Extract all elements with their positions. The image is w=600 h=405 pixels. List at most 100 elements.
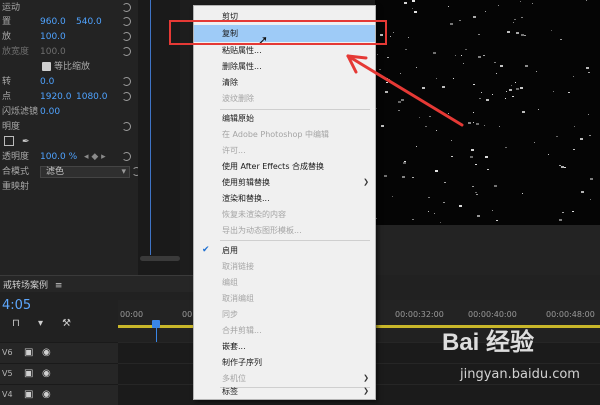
uniform-scale-checkbox[interactable] xyxy=(42,62,51,71)
sync-lock-icon[interactable]: ▣ xyxy=(24,389,33,400)
blend-mode-dropdown[interactable]: 滤色 xyxy=(40,166,130,178)
sync-lock-icon[interactable]: ▣ xyxy=(24,347,33,358)
reset-icon[interactable] xyxy=(122,92,131,101)
snow-particle xyxy=(473,84,475,85)
menu-item-make-subsequence[interactable]: 制作子序列 xyxy=(194,354,375,371)
menu-item-export-mogrt[interactable]: 导出为动态图形模板... xyxy=(194,222,375,239)
eye-icon[interactable]: ◉ xyxy=(42,368,51,379)
eye-icon[interactable]: ◉ xyxy=(42,389,51,400)
menu-item-nest[interactable]: 嵌套... xyxy=(194,338,375,355)
menu-item-replace-with-ae[interactable]: 使用 After Effects 合成替换 xyxy=(194,158,375,175)
param-value[interactable]: 100.0 % xyxy=(40,149,77,165)
reset-icon[interactable] xyxy=(122,152,131,161)
pen-icon[interactable]: ✒ xyxy=(22,134,30,150)
snow-particle xyxy=(450,23,453,25)
mask-square-icon[interactable] xyxy=(4,136,14,146)
menu-item-ungroup[interactable]: 取消编组 xyxy=(194,290,375,307)
menu-item-license[interactable]: 许可... xyxy=(194,142,375,159)
snow-particle xyxy=(414,11,417,13)
menu-item-label: 恢复未渲染的内容 xyxy=(222,210,286,219)
param-value[interactable]: 0.0 xyxy=(40,74,54,90)
marker-icon[interactable]: ▾ xyxy=(38,318,43,329)
snow-particle xyxy=(556,136,558,137)
snow-particle xyxy=(505,98,506,99)
menu-item-label: 许可... xyxy=(222,146,246,155)
menu-item-merge-clips[interactable]: 合并剪辑... xyxy=(194,322,375,339)
snow-particle xyxy=(538,109,539,110)
snow-particle xyxy=(521,34,524,36)
eye-icon[interactable]: ◉ xyxy=(42,347,51,358)
snow-particle xyxy=(494,62,496,63)
reset-icon[interactable] xyxy=(122,32,131,41)
snow-particle xyxy=(520,1,521,2)
sequence-tab[interactable]: 戒转场案例 ≡ xyxy=(3,278,62,291)
menu-item-restore-unrendered[interactable]: 恢复未渲染的内容 xyxy=(194,206,375,223)
track-header[interactable]: V5 ▣ ◉ xyxy=(0,363,118,384)
param-value[interactable]: 100.0 xyxy=(40,29,66,45)
effect-controls-scrollbar[interactable] xyxy=(140,256,180,261)
snow-particle xyxy=(553,91,554,92)
playhead-handle[interactable] xyxy=(152,320,160,328)
annotation-arrow xyxy=(346,54,464,127)
snap-icon[interactable]: ⊓ xyxy=(12,318,20,329)
menu-icon[interactable]: ≡ xyxy=(55,281,63,291)
menu-item-label: 清除 xyxy=(222,78,238,87)
param-value-y[interactable]: 540.0 xyxy=(76,14,102,30)
snow-particle xyxy=(500,65,503,67)
param-value-y[interactable]: 1080.0 xyxy=(76,89,108,105)
watermark-logo: Bai 经验 xyxy=(442,329,535,356)
wrench-icon[interactable]: ⚒ xyxy=(62,318,71,329)
snow-particle xyxy=(473,122,474,123)
menu-item-group[interactable]: 编组 xyxy=(194,274,375,291)
snow-particle xyxy=(485,156,488,158)
snow-particle xyxy=(393,32,394,33)
sync-lock-icon[interactable]: ▣ xyxy=(24,368,33,379)
reset-icon[interactable] xyxy=(122,77,131,86)
reset-icon[interactable] xyxy=(122,122,131,131)
keyframe-nav-icon[interactable]: ◂ ◆ ▸ xyxy=(84,149,106,165)
snow-particle xyxy=(514,19,516,20)
snow-particle xyxy=(392,196,393,197)
param-value: 100.0 xyxy=(40,47,66,57)
param-label: 等比缩放 xyxy=(54,62,91,72)
snow-particle xyxy=(448,6,449,7)
reset-icon[interactable] xyxy=(122,3,131,12)
snow-particle xyxy=(511,85,512,86)
param-value-x[interactable]: 960.0 xyxy=(40,14,66,30)
snow-particle xyxy=(472,186,474,187)
menu-item-label: 编辑原始 xyxy=(222,114,254,123)
reset-icon[interactable] xyxy=(122,17,131,26)
snow-particle xyxy=(412,8,413,9)
param-label: 明度 xyxy=(2,122,21,132)
monitor-controls-bar xyxy=(375,225,600,275)
timeline-timecode[interactable]: 4:05 xyxy=(2,298,31,313)
snow-particle xyxy=(560,39,562,40)
menu-item-replace-with-clip[interactable]: 使用剪辑替换 ❯ xyxy=(194,174,375,191)
snow-particle xyxy=(475,192,477,193)
menu-item-label: 使用剪辑替换 xyxy=(222,178,270,187)
menu-item-enable[interactable]: ✔ 启用 xyxy=(194,242,375,259)
ruler-label: 00:00 xyxy=(120,310,144,319)
menu-item-unlink[interactable]: 取消链接 xyxy=(194,258,375,275)
reset-icon[interactable] xyxy=(122,47,131,56)
menu-item-render-and-replace[interactable]: 渲染和替换... xyxy=(194,190,375,207)
checkmark-icon: ✔ xyxy=(202,245,210,255)
snow-particle xyxy=(590,199,591,200)
track-header[interactable]: V6 ▣ ◉ xyxy=(0,342,118,363)
param-value-x[interactable]: 1920.0 xyxy=(40,89,72,105)
watermark-url: jingyan.baidu.com xyxy=(460,367,580,382)
snow-particle xyxy=(412,0,415,2)
param-value[interactable]: 0.00 xyxy=(40,104,60,120)
snow-particle xyxy=(525,65,528,67)
snow-particle xyxy=(516,32,519,34)
menu-item-synchronize[interactable]: 同步 xyxy=(194,306,375,323)
snow-particle xyxy=(507,31,510,33)
snow-particle xyxy=(478,34,480,35)
snow-particle xyxy=(548,154,549,155)
menu-item-label-color[interactable]: 标签 ❯ xyxy=(194,383,375,400)
menu-item-label: 使用 After Effects 合成替换 xyxy=(222,162,325,171)
effect-controls-playhead[interactable] xyxy=(150,0,151,255)
submenu-arrow-icon: ❯ xyxy=(363,178,369,186)
param-label: 放宽度 xyxy=(2,47,30,57)
track-header[interactable]: V4 ▣ ◉ xyxy=(0,384,118,405)
